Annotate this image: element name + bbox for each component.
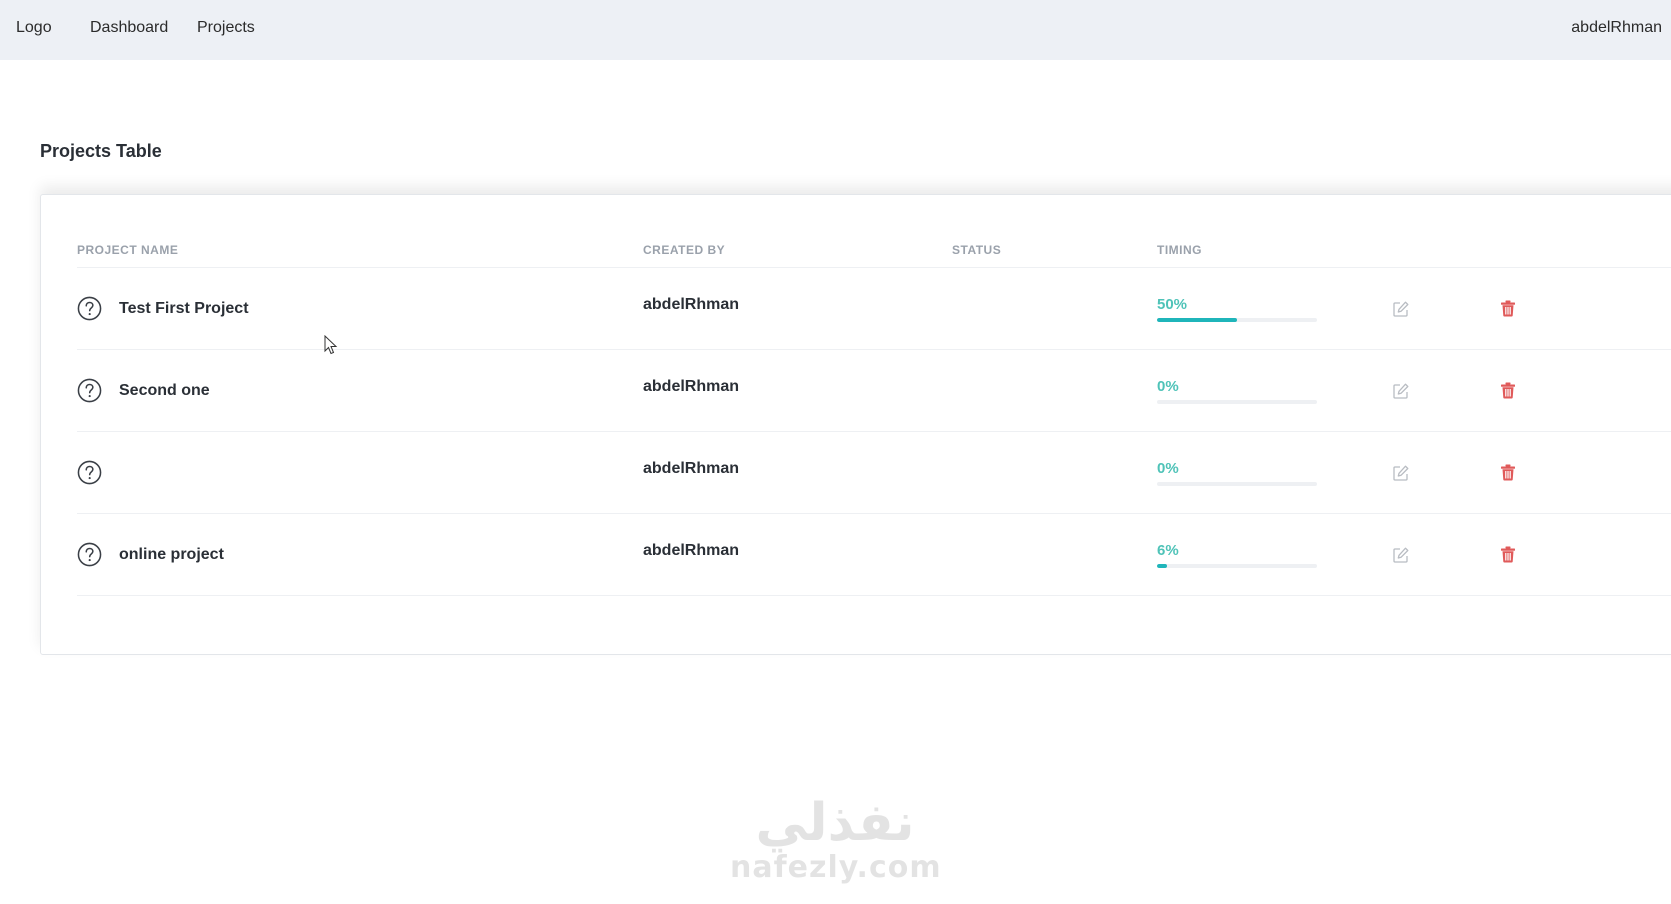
- project-name[interactable]: Second one: [119, 382, 210, 400]
- trash-icon[interactable]: [1500, 382, 1516, 399]
- created-by: abdelRhman: [643, 460, 740, 477]
- watermark-latin: nafezly.com: [730, 850, 942, 885]
- timing-percent: 50%: [1157, 296, 1188, 313]
- table-row: Second one abdelRhman 0%: [77, 349, 1671, 432]
- table-row: Test First Project abdelRhman 50%: [77, 267, 1671, 350]
- column-header-timing: TIMING: [1157, 243, 1202, 257]
- table-header: PROJECT NAME CREATED BY STATUS TIMING: [77, 243, 1671, 268]
- created-by: abdelRhman: [643, 542, 740, 559]
- column-header-created-by: CREATED BY: [643, 243, 726, 257]
- column-header-status: STATUS: [952, 243, 1002, 257]
- created-by: abdelRhman: [643, 296, 740, 313]
- table-row: online project abdelRhman 6%: [77, 513, 1671, 596]
- trash-icon[interactable]: [1500, 546, 1516, 563]
- nav-logo[interactable]: Logo: [16, 19, 52, 37]
- timing-progress-fill: [1157, 318, 1237, 322]
- table-row: abdelRhman 0%: [77, 431, 1671, 514]
- nav-user-name[interactable]: abdelRhman: [1571, 19, 1662, 37]
- timing-percent: 0%: [1157, 460, 1179, 477]
- nav-link-projects[interactable]: Projects: [197, 19, 255, 37]
- top-navbar: Logo Dashboard Projects abdelRhman: [0, 0, 1671, 60]
- created-by: abdelRhman: [643, 378, 740, 395]
- timing-progress-bar: [1157, 564, 1317, 568]
- edit-icon[interactable]: [1392, 546, 1410, 564]
- watermark-arabic: نفذلي: [755, 793, 915, 853]
- project-name[interactable]: online project: [119, 546, 224, 564]
- timing-progress-fill: [1157, 564, 1167, 568]
- edit-icon[interactable]: [1392, 382, 1410, 400]
- timing-progress-bar: [1157, 482, 1317, 486]
- trash-icon[interactable]: [1500, 300, 1516, 317]
- edit-icon[interactable]: [1392, 300, 1410, 318]
- watermark: نفذلي nafezly.com: [730, 793, 942, 885]
- timing-progress-bar: [1157, 318, 1317, 322]
- project-name[interactable]: Test First Project: [119, 300, 249, 318]
- question-circle-icon: [77, 378, 102, 403]
- question-circle-icon: [77, 542, 102, 567]
- timing-percent: 6%: [1157, 542, 1179, 559]
- projects-table-card: PROJECT NAME CREATED BY STATUS TIMING Te…: [40, 194, 1671, 655]
- timing-progress-bar: [1157, 400, 1317, 404]
- mouse-cursor-icon: [324, 335, 338, 355]
- timing-percent: 0%: [1157, 378, 1179, 395]
- page-title: Projects Table: [40, 141, 162, 161]
- nav-link-dashboard[interactable]: Dashboard: [90, 19, 168, 37]
- trash-icon[interactable]: [1500, 464, 1516, 481]
- edit-icon[interactable]: [1392, 464, 1410, 482]
- question-circle-icon: [77, 460, 102, 485]
- column-header-project-name: PROJECT NAME: [77, 243, 179, 257]
- question-circle-icon: [77, 296, 102, 321]
